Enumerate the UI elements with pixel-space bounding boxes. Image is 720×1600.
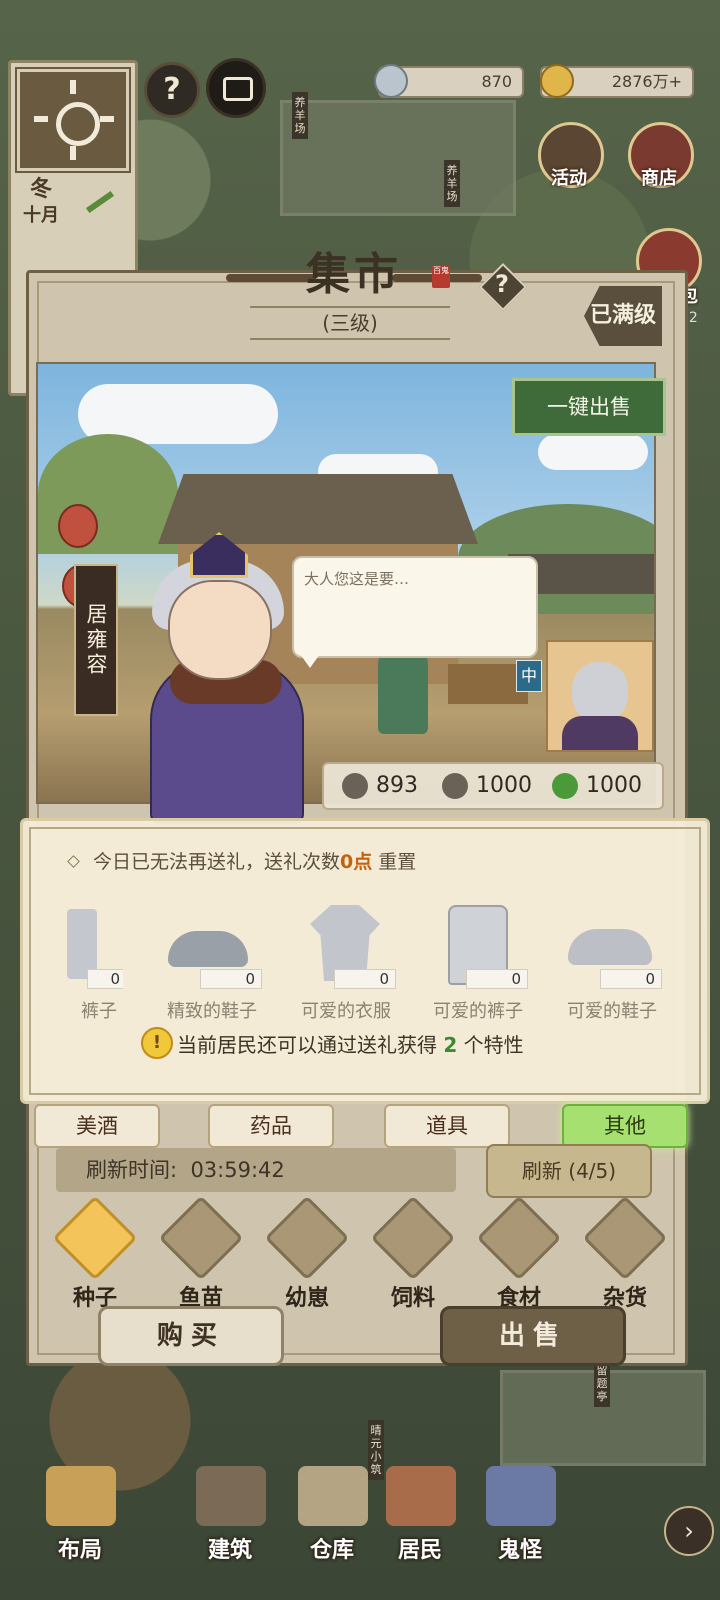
activity-button[interactable]: 活动 [538,122,604,190]
resident-icon [386,1466,456,1526]
gift-item[interactable]: 0 裤子 [47,905,123,1023]
nav-warehouse[interactable]: 仓库 [292,1466,372,1600]
seed-bag-icon [52,1195,138,1281]
stat-strength: 893 [376,773,418,798]
character-face [168,580,272,680]
shop-tab-ingredients[interactable]: 食材 [474,1195,564,1312]
shop-tab-seeds[interactable]: 种子 [50,1195,140,1312]
leaf-icon [552,773,578,799]
gift-limit-notice: 今日已无法再送礼，送礼次数0点 重置 [93,851,417,873]
max-level-badge: 已满级 [584,286,662,346]
map-sign: 留题亭 [594,1360,610,1407]
camera-icon [223,77,253,101]
speech-bubble-tail [300,654,320,668]
season-label: 冬 十月 [19,175,63,227]
tab-props[interactable]: 道具 [384,1104,510,1148]
fine-shoes-icon: 0 [162,905,262,989]
red-lantern [58,504,98,548]
shop-tab-feed[interactable]: 饲料 [368,1195,458,1312]
stat-charm: 1000 [476,773,532,798]
buy-button[interactable]: 购买 [98,1306,284,1366]
fish-fry-icon [158,1195,244,1281]
sell-all-button[interactable]: 一键出售 [512,378,666,436]
question-icon: ? [495,270,509,298]
layout-icon [46,1466,116,1526]
market-roof [158,474,478,544]
gift-item[interactable]: 0 可爱的鞋子 [547,905,677,1023]
sheep-farm-lot [280,100,516,216]
nav-residents[interactable]: 居民 [380,1466,460,1600]
nav-ghosts[interactable]: 鬼怪 [480,1466,560,1600]
cute-robe-icon: 0 [296,905,396,989]
map-sign: 养羊场 [292,92,308,139]
camera-button[interactable] [206,58,266,118]
expand-arrow-button[interactable]: › [664,1506,714,1556]
speech-bubble: 大人您这是要… [292,556,538,658]
resident-portrait[interactable] [546,640,654,752]
cute-shoes-icon: 0 [562,905,662,989]
mid-tag: 中 [516,660,542,692]
refresh-timer: 刷新时间: 03:59:42 [56,1148,456,1192]
ghost-icon [486,1466,556,1526]
nav-building[interactable]: 建筑 [190,1466,270,1600]
sell-button[interactable]: 出售 [440,1306,626,1366]
month-label: 十月 [23,205,59,226]
leek-icon [77,181,117,221]
nav-layout[interactable]: 布局 [40,1466,120,1600]
sun-weather-icon [15,67,131,173]
help-button[interactable]: ? [144,62,200,118]
cute-trousers-icon: 0 [428,905,528,989]
shop-tab-young-animals[interactable]: 幼崽 [262,1195,352,1312]
tab-medicine[interactable]: 药品 [208,1104,334,1148]
tab-other[interactable]: 其他 [562,1104,688,1148]
stat-vitality: 1000 [586,773,642,798]
gift-popup: 今日已无法再送礼，送礼次数0点 重置 0 裤子 0 精致的鞋子 0 可爱的衣服 … [20,818,710,1104]
market-level: (三级) [250,306,450,340]
map-sign: 养羊场 [444,160,460,207]
gift-item[interactable]: 0 可爱的衣服 [281,905,411,1023]
muscle-icon [342,773,368,799]
ghost-seal-stamp: 百鬼 [432,266,450,288]
warehouse-icon [298,1466,368,1526]
heart-icon [442,773,468,799]
piglet-icon [264,1195,350,1281]
feed-sack-icon [370,1195,456,1281]
teapot-icon [476,1195,562,1281]
resident-stats-bar: 893 1000 1000 [322,762,664,810]
tab-wine[interactable]: 美酒 [34,1104,160,1148]
tree [38,434,178,554]
shop-button[interactable]: 商店 [628,122,694,190]
cloud [538,434,648,470]
chevron-right-icon: › [684,1517,694,1545]
shop-tab-sundries[interactable]: 杂货 [580,1195,670,1312]
market-title: 集市 [306,249,402,300]
trait-tip: 当前居民还可以通过送礼获得 2 个特性 [177,1033,524,1057]
exclamation-icon: ! [141,1027,173,1059]
shop-tab-fish-fry[interactable]: 鱼苗 [156,1195,246,1312]
resident-name: 居雍容 [74,564,118,716]
gift-item[interactable]: 0 可爱的裤子 [413,905,543,1023]
trousers-icon: 0 [67,905,123,989]
copper-coin-icon [540,64,574,98]
silver-ingot-icon [374,64,408,98]
gift-item[interactable]: 0 精致的鞋子 [147,905,277,1023]
hammer-icon [582,1195,668,1281]
refresh-button[interactable]: 刷新 (4/5) [486,1144,652,1198]
building-icon [196,1466,266,1526]
